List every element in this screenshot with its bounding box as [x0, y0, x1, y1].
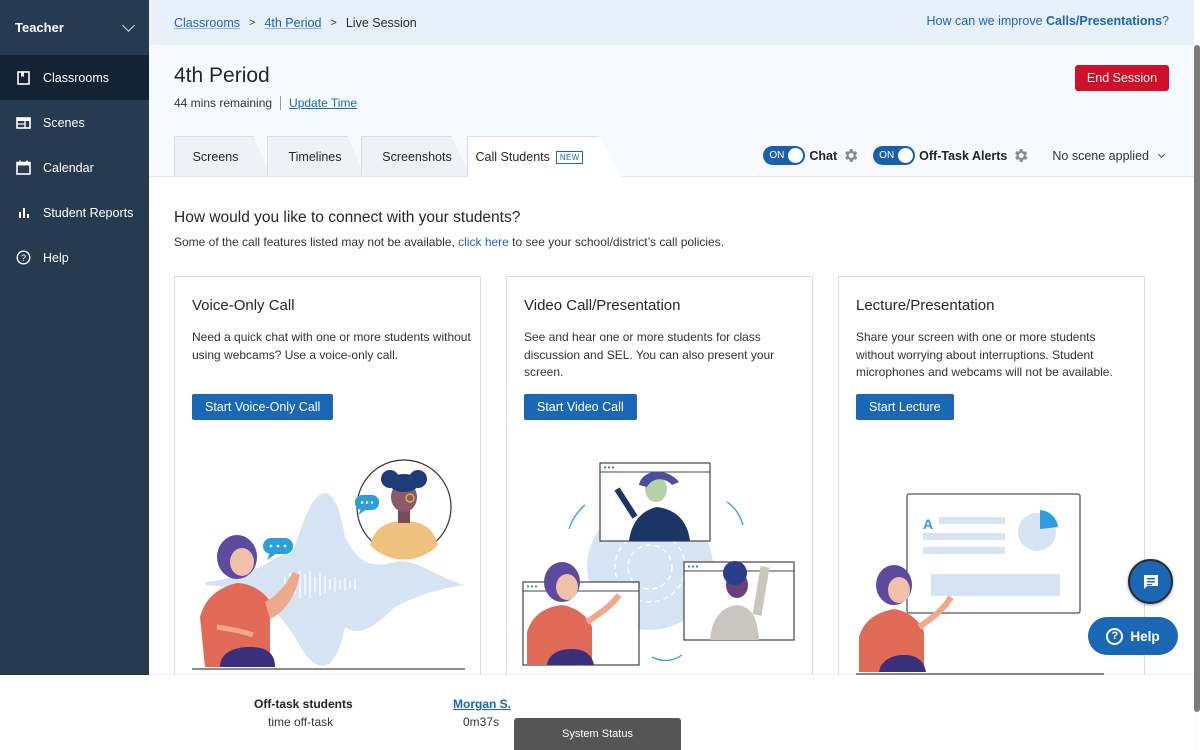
help-button[interactable]: ? Help — [1088, 617, 1178, 655]
video-call-card: Video Call/Presentation See and hear one… — [506, 276, 813, 686]
chevron-right-icon: > — [249, 16, 256, 29]
sidebar: Teacher Classrooms Scenes Calendar Stude… — [0, 0, 149, 675]
sidebar-item-label: Classrooms — [43, 70, 109, 85]
tab-label: Timelines — [288, 150, 342, 164]
off-task-label: Off-Task Alerts — [919, 148, 1008, 163]
sidebar-item-label: Calendar — [43, 160, 94, 175]
chat-bubble-icon — [1143, 574, 1158, 589]
time-remaining: 44 mins remaining — [174, 96, 273, 110]
breadcrumb-4th-period[interactable]: 4th Period — [264, 16, 321, 30]
toggle-state: ON — [769, 150, 785, 161]
bar-chart-icon — [16, 205, 31, 220]
page-title: 4th Period — [174, 64, 270, 87]
sidebar-item-label: Scenes — [43, 115, 85, 130]
session-header: 4th Period 44 mins remaining Update Time… — [149, 45, 1194, 177]
tab-screens[interactable]: Screens — [174, 136, 271, 177]
tab-label: Call Students — [475, 150, 550, 164]
toggle-knob — [788, 148, 804, 163]
sidebar-item-calendar[interactable]: Calendar — [0, 145, 149, 190]
help-label: Help — [1130, 628, 1160, 644]
toggle-knob — [898, 148, 914, 163]
call-students-panel: How would you like to connect with your … — [149, 177, 1194, 686]
notebook-icon — [16, 70, 31, 85]
sidebar-item-label: Help — [43, 250, 69, 265]
feedback-prefix: How can we improve — [926, 14, 1047, 28]
help-circle-icon: ? — [16, 250, 31, 265]
chat-toggle[interactable]: ON — [763, 146, 806, 165]
voice-call-card: Voice-Only Call Need a quick chat with o… — [174, 276, 481, 686]
voice-call-illustration — [192, 459, 465, 670]
sidebar-item-help[interactable]: ? Help — [0, 235, 149, 280]
connect-question: How would you like to connect with your … — [174, 209, 521, 226]
tab-bar: Screens Timelines Screenshots Call Stude… — [174, 136, 622, 177]
svg-text:A: A — [923, 516, 933, 532]
card-title: Voice-Only Call — [192, 297, 295, 314]
sidebar-item-student-reports[interactable]: Student Reports — [0, 190, 149, 235]
tab-call-students[interactable]: Call Students NEW — [467, 136, 622, 177]
card-description: Need a quick chat with one or more stude… — [192, 330, 471, 362]
card-title: Lecture/Presentation — [856, 297, 995, 314]
session-controls: ON Chat ON Off-Task Alerts No scene appl… — [763, 146, 1166, 165]
policy-prefix: Some of the call features listed may not… — [174, 235, 459, 249]
card-title: Video Call/Presentation — [524, 297, 681, 314]
off-task-heading: Off-task students — [254, 697, 353, 711]
new-badge: NEW — [555, 150, 584, 164]
breadcrumb-classrooms[interactable]: Classrooms — [174, 16, 240, 30]
chevron-right-icon: > — [330, 16, 337, 29]
chevron-down-icon — [122, 18, 135, 32]
sidebar-item-classrooms[interactable]: Classrooms — [0, 55, 149, 100]
off-task-subheading: time off-task — [268, 715, 334, 729]
chat-button[interactable] — [1128, 559, 1173, 604]
scene-value: No scene applied — [1052, 148, 1149, 163]
tab-label: Screenshots — [382, 150, 452, 164]
divider — [280, 96, 282, 110]
role-switcher[interactable]: Teacher — [0, 0, 149, 55]
help-circle-icon: ? — [1106, 627, 1124, 645]
gear-icon[interactable] — [842, 147, 859, 164]
calendar-icon — [16, 160, 31, 175]
role-label: Teacher — [15, 20, 64, 35]
toggle-state: ON — [879, 150, 895, 161]
student-off-task-time: 0m37s — [463, 715, 500, 729]
start-video-call-button[interactable]: Start Video Call — [524, 394, 637, 420]
feedback-suffix: ? — [1162, 14, 1169, 28]
video-call-illustration — [522, 462, 795, 666]
chevron-down-icon — [1157, 150, 1166, 158]
feedback-bold: Calls/Presentations — [1046, 14, 1163, 28]
update-time-link[interactable]: Update Time — [289, 96, 357, 110]
tab-screenshots[interactable]: Screenshots — [361, 136, 471, 177]
start-lecture-button[interactable]: Start Lecture — [856, 394, 954, 420]
tab-label: Screens — [192, 150, 239, 164]
scrollbar[interactable] — [1194, 45, 1200, 712]
breadcrumb-current: Live Session — [345, 15, 417, 30]
end-session-button[interactable]: End Session — [1075, 65, 1169, 91]
chat-label: Chat — [809, 148, 838, 163]
policy-note: Some of the call features listed may not… — [174, 235, 724, 249]
scene-dropdown[interactable]: No scene applied — [1052, 148, 1166, 163]
breadcrumb: Classrooms > 4th Period > Live Session H… — [149, 0, 1194, 45]
svg-text:?: ? — [21, 253, 26, 263]
tab-timelines[interactable]: Timelines — [267, 136, 365, 177]
gear-icon[interactable] — [1012, 147, 1029, 164]
off-task-toggle[interactable]: ON — [873, 146, 916, 165]
policy-suffix: to see your school/district’s call polic… — [508, 235, 725, 249]
sidebar-item-label: Student Reports — [43, 205, 134, 220]
card-description: See and hear one or more students for cl… — [524, 330, 775, 379]
sidebar-item-scenes[interactable]: Scenes — [0, 100, 149, 145]
scenes-icon — [16, 115, 31, 130]
off-task-bar: Off-task students time off-task Morgan S… — [0, 675, 1194, 750]
card-description: Share your screen with one or more stude… — [856, 330, 1113, 379]
feedback-link[interactable]: How can we improve Calls/Presentations? — [927, 14, 1169, 28]
session-time: 44 mins remaining Update Time — [174, 96, 357, 110]
policy-link[interactable]: click here — [458, 235, 509, 249]
system-status-tab[interactable]: System Status — [514, 718, 681, 750]
start-voice-call-button[interactable]: Start Voice-Only Call — [192, 394, 334, 420]
student-link[interactable]: Morgan S. — [453, 697, 511, 711]
